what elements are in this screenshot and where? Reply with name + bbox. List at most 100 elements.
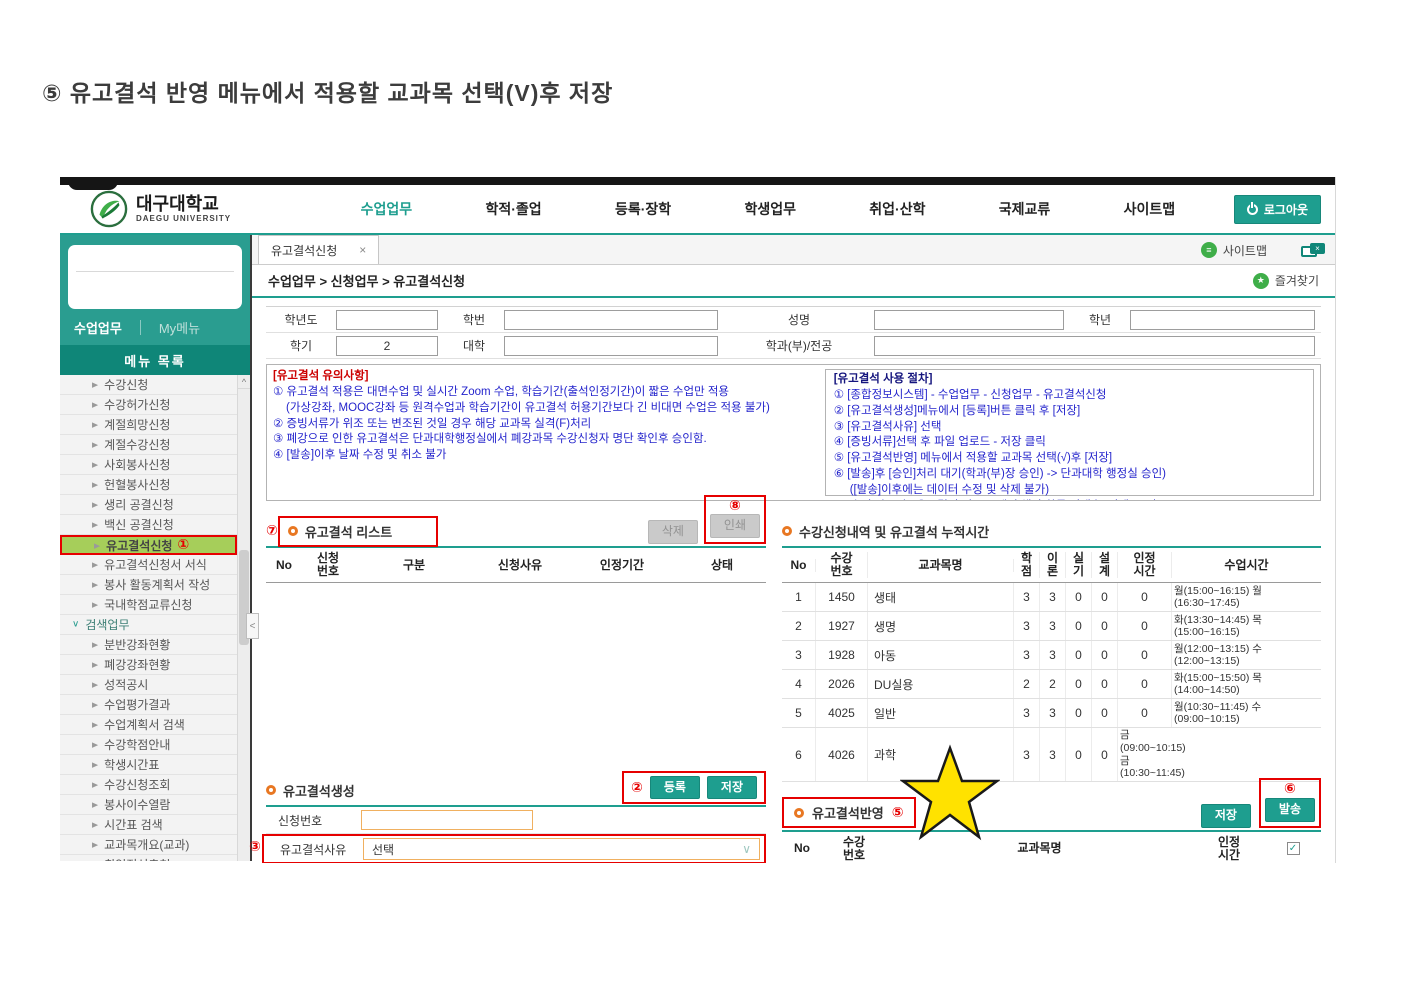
sidebar-item-grade-posting[interactable]: ▶ 성적공시 (60, 675, 237, 695)
item-arrow-icon: ▶ (92, 560, 99, 569)
notice-box: [유고결석 유의사항] ① 유고결석 적용은 대면수업 및 실시간 Zoom 수… (266, 364, 1321, 501)
college-input[interactable] (504, 335, 718, 356)
register-button[interactable]: 등록 (649, 775, 700, 800)
term-label: 학기 (289, 339, 313, 353)
section-bullet-icon (287, 526, 298, 536)
sidebar-item-service-plan[interactable]: ▶ 봉사 활동계획서 작성 (60, 575, 237, 595)
tab-close-icon[interactable]: × (359, 243, 366, 257)
cell-no: 6 (782, 728, 816, 781)
sidebar-item-cancelled-course-status[interactable]: ▶ 폐강강좌현황 (60, 655, 237, 675)
item-arrow-icon: ▶ (92, 440, 99, 449)
cell-course-name: 일반 (868, 699, 1014, 728)
site-header: 대구대학교 DAEGU UNIVERSITY 수업업무 학적·졸업 등록·장학 … (60, 185, 1335, 235)
sidebar-item-student-timetable[interactable]: ▶ 학생시간표 (60, 755, 237, 775)
item-arrow-icon: ▶ (92, 660, 99, 669)
sidebar-item-syllabus-search[interactable]: ▶ 수업계획서 검색 (60, 715, 237, 735)
save-button[interactable]: 저장 (706, 775, 757, 800)
sitemap-link[interactable]: ≡ 사이트맵 (1200, 242, 1267, 259)
sidebar-menu-list: ▶ 수강신청 ▶ 수강허가신청 ▶ 계절희망신청 ▶ 계절수강신청 ▶ 사회봉사신청 ▶ 헌… (60, 375, 250, 861)
sidebar-item-credit-guide[interactable]: ▶ 수강학점안내 (60, 735, 237, 755)
send-button[interactable]: 발송 (1264, 798, 1315, 822)
student-id-input[interactable] (504, 309, 718, 330)
absence-apply-section: 유고결석반영 ⑤ 저장 ⑥ 발송 No 수강 번호 교과목명 인정 시간 ✓ (782, 744, 1321, 863)
logout-button[interactable]: 로그아웃 (1233, 194, 1321, 224)
sidebar-item-course-permission[interactable]: ▶ 수강허가신청 (60, 395, 237, 415)
request-no-row: 신청번호 (266, 807, 766, 835)
browser-top-blob (68, 177, 118, 190)
sidebar-item-blood-donation[interactable]: ▶ 헌혈봉사신청 (60, 475, 237, 495)
sidebar-item-clipped[interactable]: ▶ 취업적성추천 (60, 855, 237, 861)
nav-item-records-graduation[interactable]: 학적·졸업 (485, 199, 541, 219)
sidebar-item-label: 검색업무 (85, 618, 130, 632)
sidebar-item-seasonal-course[interactable]: ▶ 계절수강신청 (60, 435, 237, 455)
sidebar-item-excused-absence-form[interactable]: ▶ 유고결석신청서 서식 (60, 555, 237, 575)
sidebar-item-course-request[interactable]: ▶ 수강신청 (60, 375, 237, 395)
item-arrow-icon: ▶ (92, 680, 99, 689)
cell-course-no: 1450 (816, 583, 868, 612)
sidebar-collapse-handle[interactable]: < (246, 613, 259, 639)
sidebar-item-seasonal-hope[interactable]: ▶ 계절희망신청 (60, 415, 237, 435)
nav-item-career-industry[interactable]: 취업·산학 (869, 199, 925, 219)
notice-line: ③ [유고결석사유] 선택 (833, 420, 942, 433)
sidebar-item-label: 취업적성추천 (104, 856, 170, 861)
nav-item-student-affairs[interactable]: 학생업무 (744, 199, 796, 219)
request-no-input[interactable] (361, 810, 533, 831)
enrollment-title: 수강신청내역 및 유고결석 누적시간 (799, 524, 990, 540)
logout-label: 로그아웃 (1263, 202, 1308, 217)
enrollment-header: 수강신청내역 및 유고결석 누적시간 (782, 516, 1321, 546)
cell-course-name: 아동 (868, 641, 1014, 670)
sidebar-item-timetable-search[interactable]: ▶ 시간표 검색 (60, 815, 237, 835)
absence-reason-row: ③ 유고결석사유 선택 ∨ (249, 834, 766, 863)
sidebar-item-label: 수강신청 (104, 378, 149, 392)
student-form-row-1: 학년도 학번 성명 학년 (266, 307, 1321, 333)
favorites-link[interactable]: ★ 즐겨찾기 (1252, 272, 1319, 289)
col-reason: 신청사유 (497, 557, 543, 572)
sidebar-item-class-evaluation[interactable]: ▶ 수업평가결과 (60, 695, 237, 715)
sidebar-item-menstrual-absence[interactable]: ▶ 생리 공결신청 (60, 495, 237, 515)
cell-recognized-hours: 0 (1118, 699, 1172, 728)
sidebar-item-enrollment-lookup[interactable]: ▶ 수강신청조회 (60, 775, 237, 795)
item-arrow-icon: ▶ (92, 640, 99, 649)
col-design: 설 계 (1092, 551, 1118, 579)
sidebar-item-vaccine-absence[interactable]: ▶ 백신 공결신청 (60, 515, 237, 535)
absence-list-table-header: No 신청 번호 구분 신청사유 인정기간 상태 (266, 548, 766, 584)
sidebar-item-section-status[interactable]: ▶ 분반강좌현황 (60, 635, 237, 655)
sidebar-item-service-record[interactable]: ▶ 봉사이수열람 (60, 795, 237, 815)
grade-input[interactable] (1130, 309, 1315, 330)
sidebar-tab-mymenu[interactable]: My메뉴 (159, 318, 200, 337)
sidebar-profile-box (68, 245, 242, 309)
sidebar-item-label: 시간표 검색 (104, 818, 163, 832)
sidebar-item-social-service[interactable]: ▶ 사회봉사신청 (60, 455, 237, 475)
select-all-checkbox[interactable]: ✓ (1286, 842, 1300, 856)
section-bullet-icon (782, 526, 792, 536)
nav-item-international[interactable]: 국제교류 (999, 199, 1051, 219)
multi-window-icon[interactable]: × (1301, 242, 1325, 258)
cell-course-name: 과학 (868, 728, 1014, 781)
sidebar-tab-course-affairs[interactable]: 수업업무 (74, 318, 122, 337)
year-input[interactable] (336, 309, 438, 330)
item-arrow-icon: ▶ (92, 800, 99, 809)
delete-button[interactable]: 삭제 (647, 520, 698, 544)
annotation-badge-6: ⑥ (1284, 781, 1296, 798)
nav-item-registration-scholarship[interactable]: 등록·장학 (615, 199, 671, 219)
nav-item-sitemap[interactable]: 사이트맵 (1124, 199, 1176, 219)
cell-credit: 3 (1014, 641, 1040, 670)
item-arrow-icon: ▶ (92, 500, 99, 509)
dept-input[interactable] (874, 335, 1315, 356)
apply-save-button[interactable]: 저장 (1200, 804, 1251, 828)
nav-item-course-affairs[interactable]: 수업업무 (361, 199, 413, 219)
sidebar-item-excused-absence[interactable]: ▶ 유고결석신청 ① (60, 535, 237, 555)
favorites-label: 즐겨찾기 (1274, 274, 1319, 288)
absence-reason-select[interactable]: 선택 ∨ (363, 838, 760, 861)
scroll-up-icon[interactable]: ^ (238, 375, 250, 389)
sidebar-item-course-outline[interactable]: ▶ 교과목개요(교과) (60, 835, 237, 855)
sidebar-item-domestic-credit-exchange[interactable]: ▶ 국내학점교류신청 (60, 595, 237, 615)
annotation-box-create-buttons: ② 등록 저장 (621, 770, 766, 805)
name-input[interactable] (874, 309, 1064, 330)
sidebar-group-search[interactable]: ∨ 검색업무 (60, 615, 237, 635)
cell-no: 2 (782, 612, 816, 641)
tab-excused-absence[interactable]: 유고결석신청 × (258, 235, 380, 264)
print-button[interactable]: 인쇄 (709, 514, 760, 538)
col-course-no: 수강 번호 (842, 834, 866, 862)
cell-theory: 3 (1040, 699, 1066, 728)
